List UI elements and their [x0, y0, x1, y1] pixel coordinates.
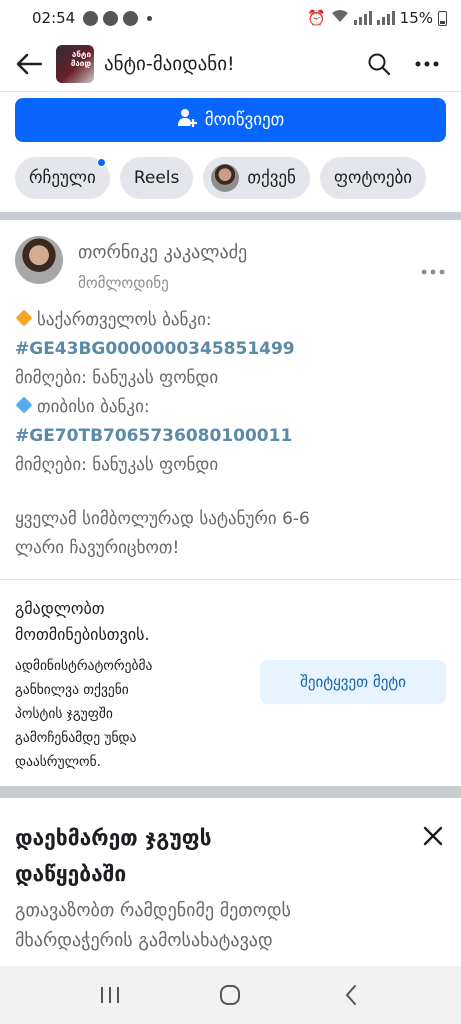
pending-notice-title: გმადლობთ მოთმინებისთვის. [15, 596, 245, 648]
appeal-line: ყველამ სიმბოლურად სატანური 6-6 [15, 509, 310, 529]
avatar [211, 164, 240, 192]
recipient-line: მიმღები: ნანუკას ფონდი [15, 368, 219, 388]
wifi-icon [331, 9, 349, 27]
signal-icon-2 [376, 11, 395, 25]
blue-diamond-icon [15, 396, 33, 414]
recipient-line: მიმღები: ნანუკას ფონდი [15, 455, 219, 475]
signal-icon [353, 11, 372, 25]
help-title-line: დაეხმარეთ ჯგუფს [15, 826, 212, 850]
help-title-line: დაწყებაში [15, 862, 127, 886]
tab-chips: რჩეული Reels თქვენ ფოტოები [15, 157, 427, 199]
tab-reels-label: Reels [133, 168, 180, 188]
messenger-icon [83, 10, 99, 26]
divider [0, 579, 461, 580]
author-name[interactable]: თორნიკე კაკალაძე [78, 242, 247, 263]
notification-icons [83, 10, 153, 26]
post-line: საქართველოს ბანკი: [15, 306, 445, 335]
home-icon[interactable] [210, 975, 250, 1015]
post-line: თიბისი ბანკი: [15, 393, 445, 422]
add-person-icon [177, 108, 197, 133]
post-text: საქართველოს ბანკი: #GE43BG00000003458514… [15, 306, 445, 563]
group-thumbnail-text: ანტი მაიდ [70, 49, 91, 68]
invite-label: მოიწვიეთ [204, 110, 285, 130]
tab-photos[interactable]: ფოტოები [319, 157, 427, 199]
status-right: ⏰ 15% [307, 9, 447, 27]
learn-more-button[interactable]: შეიტყვეთ მეტი [260, 660, 446, 704]
post-status: მომლოდინე [78, 274, 169, 292]
status-time: 02:54 [32, 9, 76, 27]
hashtag-link[interactable]: #GE70TB7065736080100011 [15, 422, 445, 451]
help-card-title: დაეხმარეთ ჯგუფს დაწყებაში [15, 820, 395, 892]
bank-name: საქართველოს ბანკი: [37, 310, 212, 330]
hashtag-link[interactable]: #GE43BG0000000345851499 [15, 335, 445, 364]
battery-percent: 15% [399, 9, 433, 27]
tab-reels[interactable]: Reels [119, 157, 194, 199]
search-icon[interactable] [359, 44, 399, 84]
help-sub-line: მხარდაჭერის გამოსახატავად [15, 930, 273, 951]
pending-desc-line: პოსტის ჯგუფში [15, 706, 113, 722]
settings-icon [123, 10, 139, 26]
post-more-icon[interactable] [421, 260, 445, 279]
group-thumbnail[interactable]: ანტი მაიდ [56, 44, 94, 83]
tab-you-label: თქვენ [247, 168, 296, 188]
battery-icon [438, 10, 447, 26]
bank-name: თიბისი ბანკი: [37, 397, 150, 417]
close-icon[interactable] [421, 824, 445, 848]
pending-desc-line: გამოჩენამდე უნდა [15, 730, 137, 746]
pending-desc-line: დაასრულონ. [15, 754, 101, 770]
recent-apps-icon[interactable] [90, 975, 130, 1015]
orange-diamond-icon [15, 309, 33, 327]
alarm-icon: ⏰ [306, 9, 326, 27]
pending-title-line: მოთმინებისთვის. [15, 625, 150, 644]
more-options-icon[interactable] [407, 44, 447, 84]
help-sub-line: გთავაზობთ რამდენიმე მეთოდს [15, 900, 291, 921]
tab-featured[interactable]: რჩეული [15, 157, 110, 199]
messenger-icon-2 [103, 10, 119, 26]
tab-photos-label: ფოტოები [333, 168, 413, 188]
pending-notice-text: ადმინისტრატორებმა განხილვა თქვენი პოსტის… [15, 654, 245, 774]
system-nav-bar [0, 966, 461, 1024]
unread-dot [96, 158, 106, 167]
status-bar: 02:54 ⏰ 15% [0, 0, 461, 36]
group-title[interactable]: ანტი-მაიდანი! [104, 53, 351, 75]
tab-featured-label: რჩეული [29, 168, 96, 188]
group-header: ანტი მაიდ ანტი-მაიდანი! [0, 36, 461, 92]
help-card-subtitle: გთავაზობთ რამდენიმე მეთოდს მხარდაჭერის გ… [15, 896, 445, 956]
invite-button[interactable]: მოიწვიეთ [15, 98, 446, 142]
section-divider [0, 212, 461, 220]
author-avatar[interactable] [15, 236, 63, 284]
pending-desc-line: ადმინისტრატორებმა [15, 658, 153, 674]
appeal-line: ლარი ჩავურიცხოთ! [15, 538, 180, 558]
pending-desc-line: განხილვა თქვენი [15, 682, 129, 698]
pending-post: თორნიკე კაკალაძე მომლოდინე საქართველოს ბ… [0, 222, 461, 576]
back-arrow-icon[interactable] [14, 49, 44, 79]
section-divider [0, 786, 461, 798]
pending-title-line: გმადლობთ [15, 599, 105, 618]
tab-you[interactable]: თქვენ [203, 157, 310, 199]
back-icon[interactable] [331, 975, 371, 1015]
more-notifications-dot [147, 15, 153, 21]
